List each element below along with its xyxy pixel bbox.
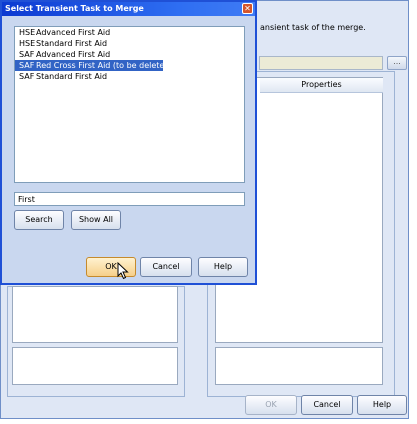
show-all-button[interactable]: Show All	[71, 210, 121, 230]
select-transient-task-dialog: Select Transient Task to Merge ✕ HSEAdva…	[0, 0, 257, 285]
browse-button[interactable]: ...	[387, 56, 407, 70]
help-button[interactable]: Help	[198, 257, 248, 277]
search-button[interactable]: Search	[14, 210, 64, 230]
merge-target-field[interactable]	[259, 56, 383, 70]
dialog-title: Select Transient Task to Merge	[5, 4, 144, 13]
task-listbox[interactable]: HSEAdvanced First Aid HSEStandard First …	[14, 26, 245, 183]
search-input[interactable]	[14, 192, 245, 206]
mouse-pointer-icon	[117, 262, 129, 280]
bg-help-button[interactable]: Help	[357, 395, 407, 415]
task-list-item[interactable]: SAF Advanced First Aid	[15, 49, 244, 60]
left-detail-box[interactable]	[12, 347, 178, 385]
properties-header: Properties	[260, 78, 383, 93]
left-list-box[interactable]	[12, 286, 178, 343]
task-list-item[interactable]: HSEStandard First Aid	[15, 38, 244, 49]
merge-description: ansient task of the merge.	[260, 23, 366, 32]
task-list-item-selected[interactable]: SAF Red Cross First Aid (to be deleted)	[15, 60, 173, 71]
task-list-item[interactable]: SAF Standard First Aid	[15, 71, 244, 82]
bg-ok-button[interactable]: OK	[245, 395, 297, 415]
cancel-button[interactable]: Cancel	[140, 257, 192, 277]
close-icon[interactable]: ✕	[242, 3, 253, 14]
task-list-item[interactable]: HSEAdvanced First Aid	[15, 27, 244, 38]
dialog-titlebar[interactable]: Select Transient Task to Merge ✕	[2, 2, 255, 16]
properties-detail-box[interactable]	[215, 347, 383, 385]
bg-cancel-button[interactable]: Cancel	[301, 395, 353, 415]
